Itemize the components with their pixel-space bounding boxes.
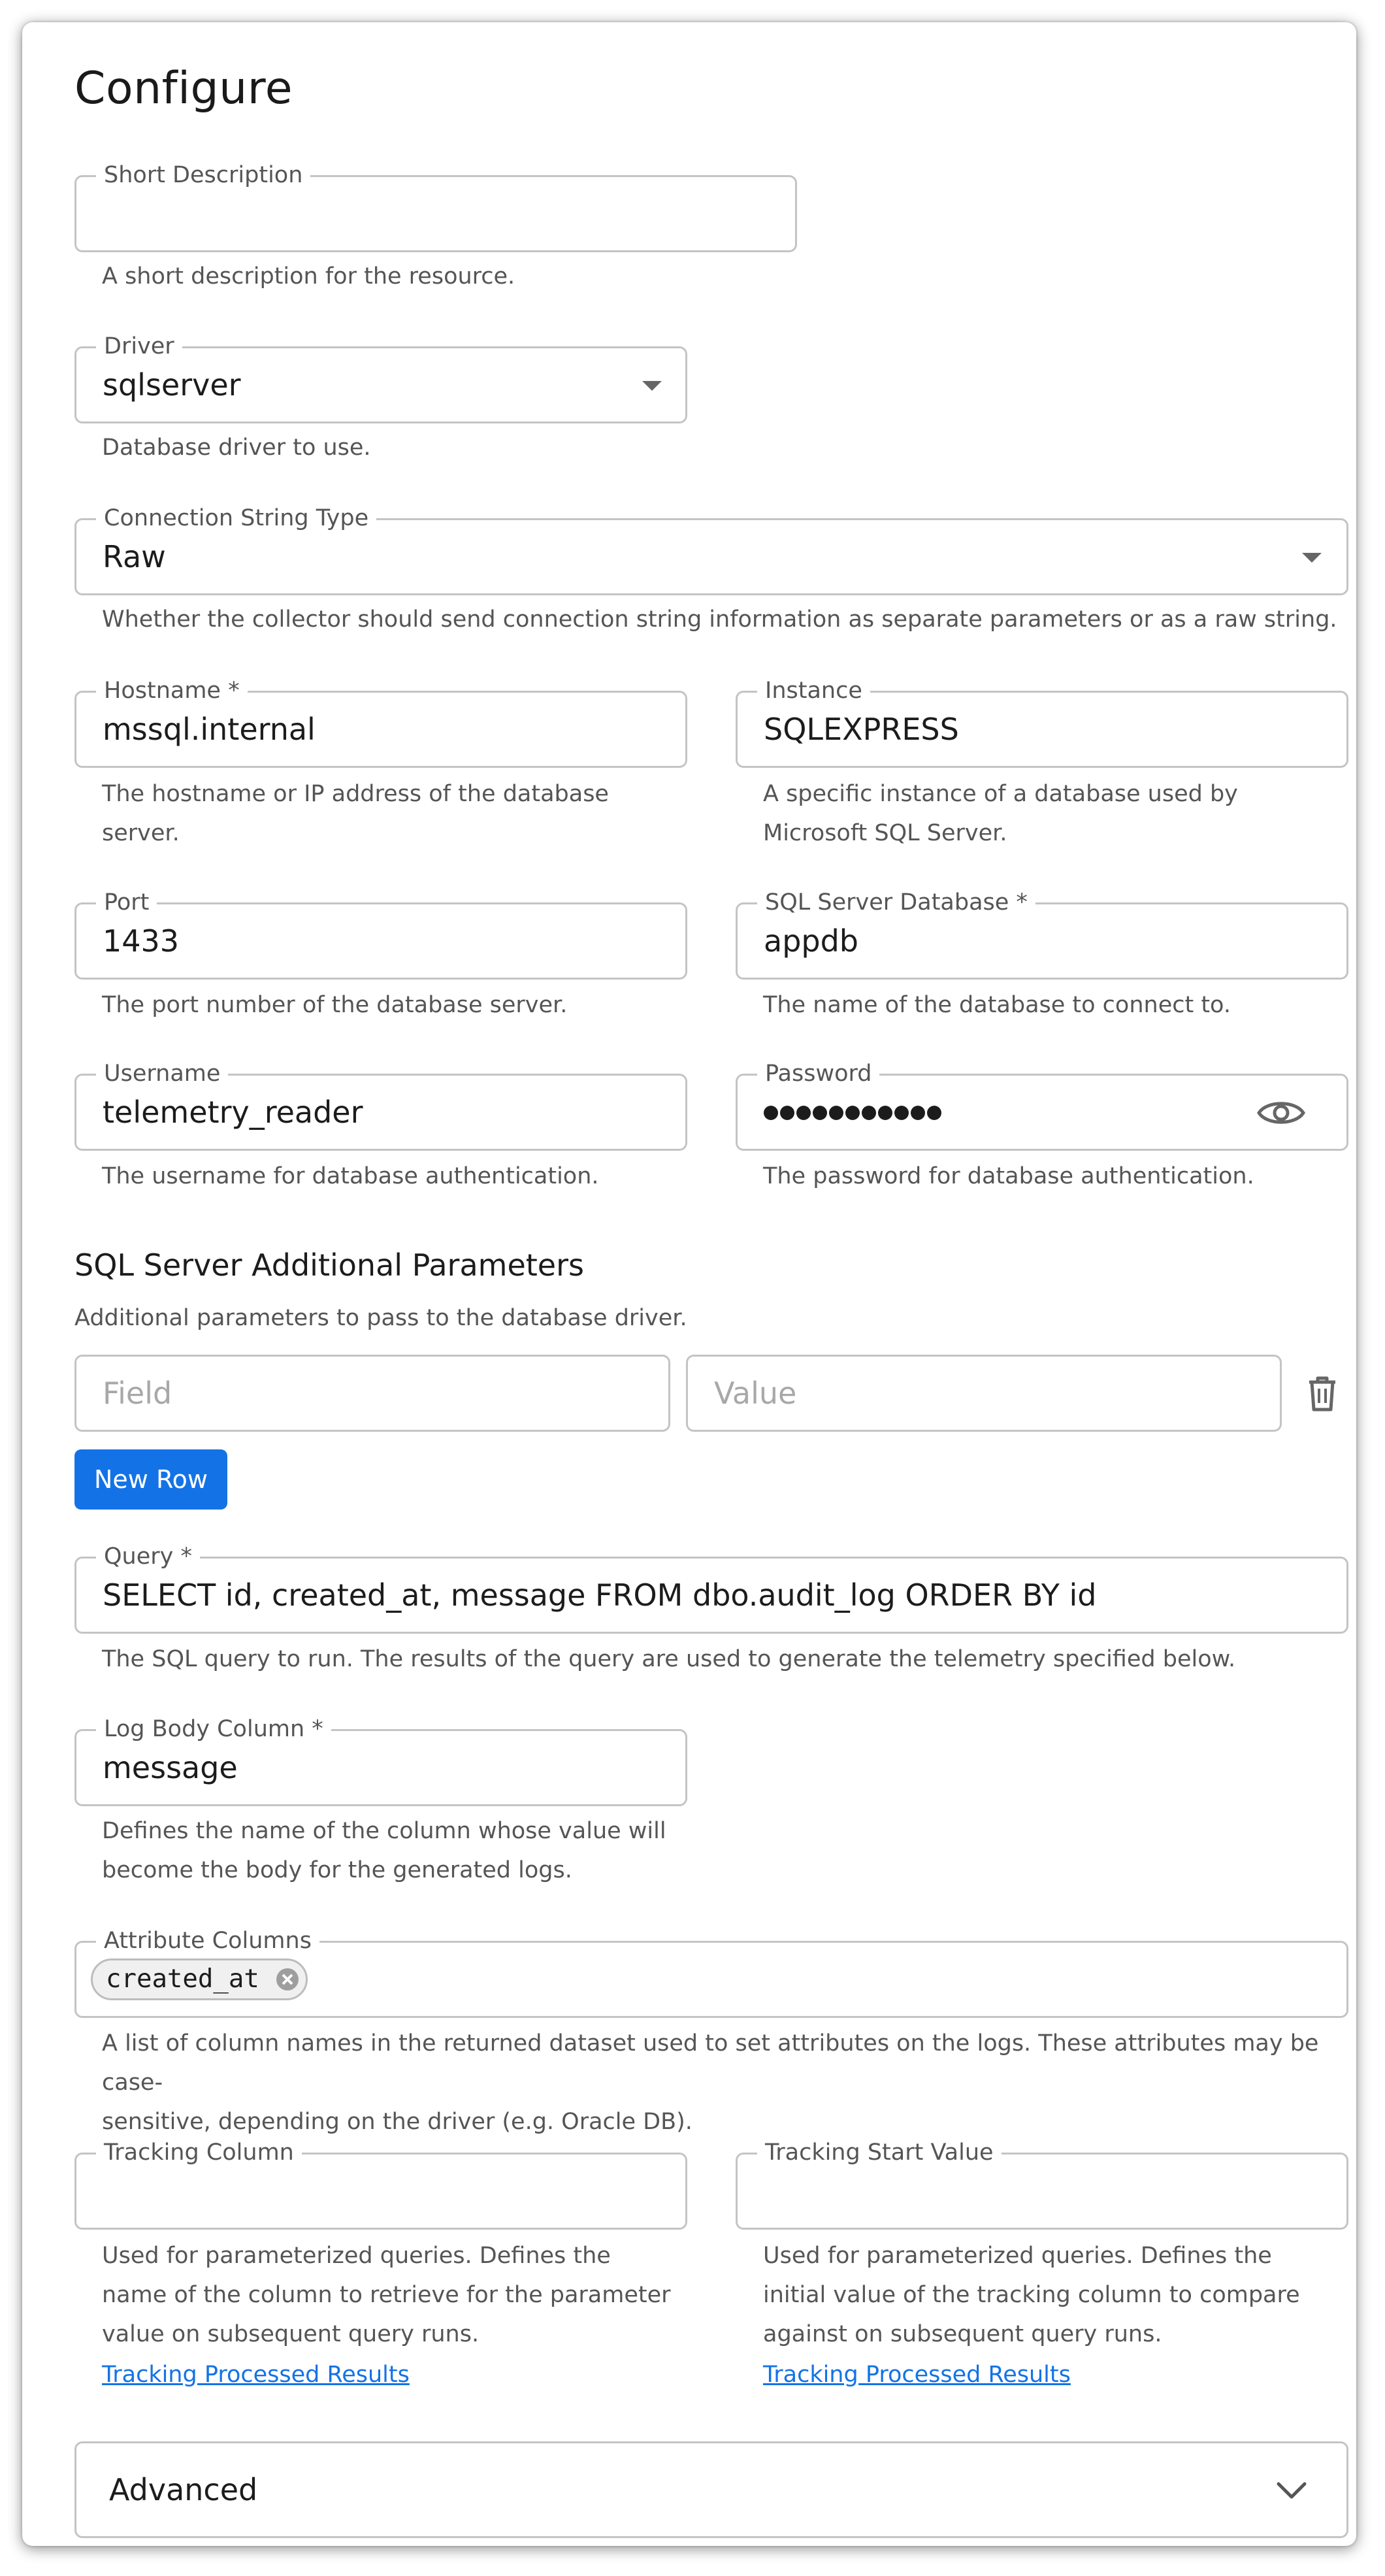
database-value: appdb [764,923,858,959]
password-mask-dot [813,1106,827,1120]
param-value-placeholder: Value [714,1376,797,1411]
driver-select[interactable]: Driver sqlserver [74,330,687,423]
trash-icon[interactable] [1307,1376,1338,1412]
advanced-accordion[interactable]: Advanced [74,2441,1348,2538]
connection-string-type-value: Raw [103,539,166,574]
log-body-column-help: Defines the name of the column whose val… [102,1811,666,1890]
caret-down-icon [642,381,662,391]
password-label: Password [757,1057,880,1090]
log-body-column-value: message [103,1750,238,1785]
tracking-column-help-line: name of the column to retrieve for the p… [102,2282,671,2308]
username-value: telemetry_reader [103,1095,363,1130]
username-field[interactable]: Username telemetry_reader [74,1057,687,1151]
instance-value: SQLEXPRESS [764,712,959,747]
instance-help-line: Microsoft SQL Server. [763,820,1007,846]
tracking-start-value-label: Tracking Start Value [757,2136,1002,2169]
param-field-input[interactable]: Field [74,1355,670,1432]
tracking-start-value-link[interactable]: Tracking Processed Results [763,2362,1071,2388]
eye-icon[interactable] [1256,1095,1306,1131]
attribute-columns-help-line: sensitive, depending on the driver (e.g.… [102,2109,692,2135]
hostname-help-line: server. [102,820,180,846]
password-mask-dot [796,1106,811,1120]
hostname-field[interactable]: Hostname * mssql.internal [74,674,687,768]
caret-down-icon [1302,553,1322,563]
driver-help: Database driver to use. [102,435,371,461]
configure-card: Configure Short Description A short desc… [22,22,1356,2546]
password-mask-dot [780,1106,794,1120]
hostname-help-line: The hostname or IP address of the databa… [102,781,609,807]
log-body-column-help-line: Defines the name of the column whose val… [102,1818,666,1844]
short-description-field[interactable]: Short Description [74,159,797,252]
password-mask-dot [911,1106,925,1120]
param-field-placeholder: Field [103,1376,172,1411]
port-value: 1433 [103,923,180,959]
password-help: The password for database authentication… [763,1163,1254,1189]
attribute-chip: created_at [91,1958,308,2000]
tracking-start-value-field[interactable]: Tracking Start Value [736,2136,1348,2230]
username-help: The username for database authentication… [102,1163,599,1189]
tracking-start-value-help: Used for parameterized queries. Defines … [763,2236,1300,2354]
password-mask-dot [845,1106,860,1120]
password-masked-value [764,1106,943,1123]
password-mask-dot [764,1106,778,1120]
database-field[interactable]: SQL Server Database * appdb [736,886,1348,980]
chevron-down-icon [1277,2482,1307,2499]
tracking-start-value-help-line: Used for parameterized queries. Defines … [763,2243,1272,2269]
attribute-columns-field[interactable]: Attribute Columns created_at [74,1924,1348,2018]
new-row-button[interactable]: New Row [74,1449,227,1510]
tracking-column-link[interactable]: Tracking Processed Results [102,2362,410,2388]
tracking-start-value-help-line: initial value of the tracking column to … [763,2282,1300,2308]
password-mask-dot [894,1106,909,1120]
tracking-column-field[interactable]: Tracking Column [74,2136,687,2230]
password-mask-dot [829,1106,843,1120]
tracking-start-value-help-line: against on subsequent query runs. [763,2321,1162,2347]
attribute-columns-label: Attribute Columns [96,1924,319,1957]
hostname-help: The hostname or IP address of the databa… [102,774,609,853]
password-mask-dot [862,1106,876,1120]
database-help: The name of the database to connect to. [763,992,1231,1018]
page-title: Configure [74,63,293,114]
close-circle-icon[interactable] [276,1968,299,1991]
additional-parameters-help: Additional parameters to pass to the dat… [74,1305,687,1331]
query-field[interactable]: Query * SELECT id, created_at, message F… [74,1540,1348,1634]
query-help: The SQL query to run. The results of the… [102,1646,1236,1672]
connection-string-type-select[interactable]: Connection String Type Raw [74,502,1348,595]
tracking-column-help-line: Used for parameterized queries. Defines … [102,2243,611,2269]
instance-field[interactable]: Instance SQLEXPRESS [736,674,1348,768]
log-body-column-field[interactable]: Log Body Column * message [74,1713,687,1806]
instance-help: A specific instance of a database used b… [763,774,1238,853]
short-description-help: A short description for the resource. [102,263,515,289]
password-field[interactable]: Password [736,1057,1348,1151]
hostname-value: mssql.internal [103,712,316,747]
connection-string-type-help: Whether the collector should send connec… [102,606,1337,633]
additional-parameters-heading: SQL Server Additional Parameters [74,1247,584,1283]
attribute-chip-label: created_at [106,1964,259,1994]
attribute-columns-help: A list of column names in the returned d… [102,2024,1356,2141]
instance-help-line: A specific instance of a database used b… [763,781,1238,807]
log-body-column-help-line: become the body for the generated logs. [102,1857,572,1883]
tracking-column-label: Tracking Column [96,2136,302,2169]
short-description-label: Short Description [96,159,311,191]
password-mask-dot [878,1106,892,1120]
tracking-column-help-line: value on subsequent query runs. [102,2321,480,2347]
advanced-label: Advanced [109,2472,258,2507]
port-help: The port number of the database server. [102,992,568,1018]
driver-value: sqlserver [103,367,241,403]
attribute-columns-help-line: A list of column names in the returned d… [102,2030,1319,2096]
port-field[interactable]: Port 1433 [74,886,687,980]
query-value: SELECT id, created_at, message FROM dbo.… [103,1577,1097,1613]
tracking-column-help: Used for parameterized queries. Defines … [102,2236,671,2354]
password-mask-dot [927,1106,941,1120]
param-value-input[interactable]: Value [686,1355,1282,1432]
